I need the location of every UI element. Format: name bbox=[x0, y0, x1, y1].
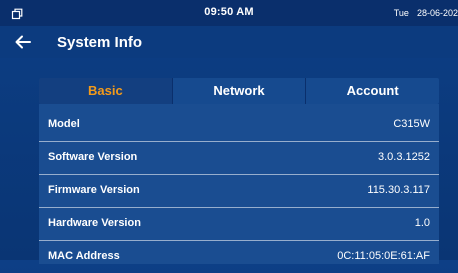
tab-account[interactable]: Account bbox=[306, 78, 439, 104]
back-arrow-icon bbox=[12, 35, 34, 56]
back-button[interactable] bbox=[12, 32, 34, 52]
info-label: Firmware Version bbox=[48, 184, 140, 196]
info-value: 3.0.3.1252 bbox=[378, 151, 430, 163]
info-row-hardware-version: Hardware Version 1.0 bbox=[39, 208, 439, 241]
info-row-model: Model C315W bbox=[39, 109, 439, 142]
info-label: MAC Address bbox=[48, 250, 120, 262]
info-value: 1.0 bbox=[414, 217, 430, 229]
info-row-software-version: Software Version 3.0.3.1252 bbox=[39, 142, 439, 175]
tab-bar: Basic Network Account bbox=[39, 78, 439, 104]
page-title: System Info bbox=[57, 34, 143, 51]
info-row-mac-address: MAC Address 0C:11:05:0E:61:AF bbox=[39, 241, 439, 273]
status-bar: 09:50 AM Tue 28-06-202 bbox=[0, 0, 458, 26]
info-value: 115.30.3.117 bbox=[367, 184, 430, 196]
info-panel: Model C315W Software Version 3.0.3.1252 … bbox=[39, 104, 439, 264]
info-label: Software Version bbox=[48, 151, 138, 163]
status-day: Tue bbox=[393, 8, 409, 18]
page-header: System Info bbox=[0, 26, 458, 58]
tab-network[interactable]: Network bbox=[172, 78, 307, 104]
info-value: C315W bbox=[393, 118, 430, 130]
status-date-value: 28-06-202 bbox=[416, 8, 458, 18]
status-date: Tue 28-06-202 bbox=[394, 8, 458, 18]
info-label: Model bbox=[48, 118, 80, 130]
info-label: Hardware Version bbox=[48, 217, 141, 229]
status-time: 09:50 AM bbox=[204, 6, 254, 18]
tab-basic[interactable]: Basic bbox=[39, 78, 173, 104]
info-row-firmware-version: Firmware Version 115.30.3.117 bbox=[39, 175, 439, 208]
info-value: 0C:11:05:0E:61:AF bbox=[337, 250, 430, 262]
